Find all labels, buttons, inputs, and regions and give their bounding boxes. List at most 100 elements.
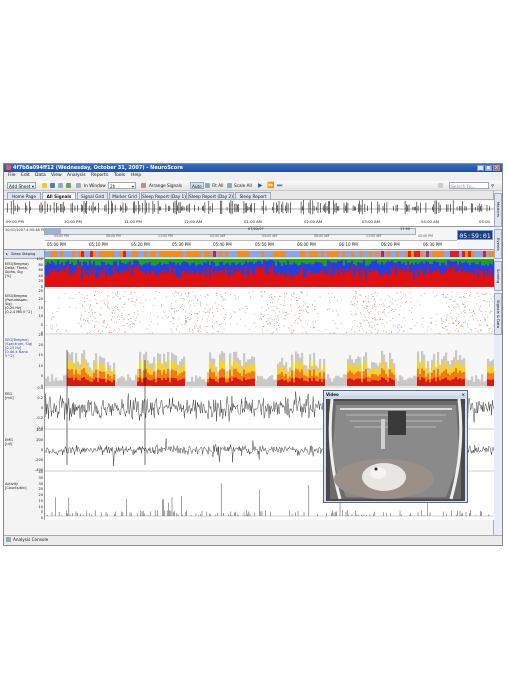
- panel-tab-signals-data[interactable]: Signals & Data: [494, 293, 502, 335]
- analysis-console-tab[interactable]: Analysis Console: [13, 537, 48, 542]
- maximize-button[interactable]: □: [485, 165, 492, 171]
- tab-home-page[interactable]: Home Page: [7, 192, 41, 199]
- add-sheet-label: Add Sheet: [9, 184, 31, 189]
- menu-analysis[interactable]: Analysis: [67, 172, 86, 180]
- nav-small-time: 02:00 PM: [418, 234, 433, 238]
- channel-label-eeg: EEG [mV]: [5, 392, 14, 400]
- main-time-label: 05:50 PM: [255, 242, 274, 247]
- main-time-label: 05:00 PM: [47, 242, 66, 247]
- minimize-button[interactable]: _: [477, 165, 484, 171]
- video-frame: [326, 399, 465, 501]
- main-time-label: 05:40 PM: [213, 242, 232, 247]
- axis-tick-label: 10: [38, 314, 43, 319]
- axis-tick-label: -0.2: [36, 416, 43, 420]
- app-icon: [6, 165, 11, 170]
- axis-tick-label: 25: [38, 487, 43, 492]
- menu-edit[interactable]: Edit: [21, 172, 30, 180]
- menu-tools[interactable]: Tools: [114, 172, 125, 180]
- expand-icon[interactable]: ▸: [6, 252, 8, 256]
- tab-marker-grid[interactable]: Marker Grid: [109, 192, 140, 199]
- scale-all-button[interactable]: Scale All: [233, 182, 253, 189]
- play-icon[interactable]: ▶: [257, 182, 264, 189]
- axis-tick-label: 80: [38, 262, 43, 267]
- menu-help[interactable]: Help: [131, 172, 141, 180]
- status-bar: Analysis Console: [4, 535, 502, 545]
- overview-activity-trace: [4, 200, 494, 215]
- tab-all-signals[interactable]: All Signals: [42, 192, 76, 199]
- in-window-select[interactable]: 2h ▾: [108, 182, 136, 189]
- channel-label-sleep-staging: Sleep Staging: [11, 252, 36, 256]
- auto-button[interactable]: Auto: [190, 182, 204, 189]
- axis-tick-label: 40: [38, 470, 43, 474]
- fast-forward-icon[interactable]: ⏩: [266, 182, 275, 189]
- axis-tick-label: 200: [36, 438, 43, 442]
- nav-small-time: 11:00 PM: [158, 234, 173, 238]
- sheet-tabs: Home Page All Signals Signal Grid Marker…: [4, 191, 494, 200]
- arrange-icon: [141, 183, 146, 188]
- axis-tick-label: 0: [40, 516, 43, 520]
- nav-small-time: 05:00 PM: [54, 234, 69, 238]
- panel-tab-markers[interactable]: Markers: [494, 193, 502, 227]
- axis-tick-label: 10: [38, 363, 43, 368]
- menu-view[interactable]: View: [51, 172, 62, 180]
- overview-time-label: 05:00: [479, 219, 490, 224]
- video-title-bar[interactable]: Video ×: [324, 391, 467, 398]
- step-icon[interactable]: ⏭: [276, 182, 283, 189]
- main-time-label: 06:10 PM: [339, 242, 358, 247]
- axis-tick-label: 5: [40, 373, 43, 378]
- toolbar: Add Sheet ▾ In Window 2h ▾ Arrange Signa…: [4, 181, 502, 191]
- time-navigator[interactable]: 10/31/2007 4:55:48 PM 07/02/07 17:50 05:…: [4, 227, 494, 250]
- nav-small-time: 08:00 PM: [106, 234, 121, 238]
- video-window[interactable]: Video ×: [323, 390, 468, 503]
- axis-tick-label: 35: [38, 475, 43, 480]
- fit-all-button[interactable]: Fit All: [211, 182, 224, 189]
- overview-time-label: 12:00 AM: [184, 219, 203, 224]
- menu-reports[interactable]: Reports: [91, 172, 108, 180]
- window-icon: [76, 183, 81, 188]
- arrange-signals-button[interactable]: Arrange Signals: [148, 182, 183, 189]
- main-time-label: 05:20 PM: [131, 242, 150, 247]
- tab-sleep-report-day1[interactable]: Sleep Report (Day 1): [141, 192, 187, 199]
- save-icon[interactable]: [50, 183, 55, 188]
- panel-tab-events[interactable]: Events: [494, 229, 502, 259]
- search-input[interactable]: Search Fo...: [449, 182, 489, 189]
- in-window-value: 2h: [110, 184, 116, 189]
- options-icon[interactable]: [438, 183, 443, 188]
- tab-signal-grid[interactable]: Signal Grid: [77, 192, 108, 199]
- channel-labels: ▸ Sleep Staging EEG(Bregma) Delta, Theta…: [4, 250, 45, 520]
- channel-label-emg: EMG [uV]: [5, 438, 13, 446]
- overview-time-label: 03:00 AM: [362, 219, 381, 224]
- chevron-down-icon: ▾: [131, 184, 134, 189]
- overview-time-label: 04:00 AM: [421, 219, 440, 224]
- print-icon[interactable]: [58, 183, 63, 188]
- overview-strip[interactable]: 09:00 PM 10:00 PM 11:00 PM 12:00 AM 01:0…: [4, 200, 494, 227]
- search-icon[interactable]: ⚲: [490, 182, 495, 189]
- nav-small-time: 05:00 AM: [262, 234, 278, 238]
- window-title: 4f7b8a094ff12 (Wednesday, October 31, 20…: [13, 165, 184, 171]
- export-icon[interactable]: [66, 183, 71, 188]
- add-sheet-button[interactable]: Add Sheet ▾: [7, 182, 36, 189]
- menu-data[interactable]: Data: [35, 172, 46, 180]
- overview-time-label: 10:00 PM: [64, 219, 82, 224]
- channel-label-eeg-spectrum: EEG(Bregma) (Spectrum, Sig) [0-25 Hz] [0…: [5, 338, 33, 358]
- close-icon[interactable]: ×: [462, 391, 465, 398]
- open-folder-icon[interactable]: [42, 183, 47, 188]
- panel-tab-scoring[interactable]: Scoring: [494, 261, 502, 291]
- video-title: Video: [326, 392, 339, 397]
- close-button[interactable]: ×: [493, 165, 500, 171]
- overview-time-label: 02:00 AM: [304, 219, 323, 224]
- axis-tick-label: 0: [40, 448, 43, 452]
- channel-label-activity: Activity [Counts/bin]: [5, 482, 27, 490]
- axis-tick-label: 15: [38, 353, 43, 358]
- axis-tick-label: 25: [38, 333, 43, 337]
- main-time-label: 06:30 PM: [423, 242, 442, 247]
- menu-file[interactable]: File: [8, 172, 16, 180]
- tab-sleep-report[interactable]: Sleep Report: [235, 192, 271, 199]
- axis-tick-label: 5: [40, 322, 43, 327]
- title-bar: 4f7b8a094ff12 (Wednesday, October 31, 20…: [4, 164, 502, 172]
- tab-sleep-report-day2[interactable]: Sleep Report (Day 2): [188, 192, 234, 199]
- axis-tick-label: -200: [35, 458, 43, 462]
- menu-bar: File Edit Data View Analysis Reports Too…: [4, 172, 502, 180]
- overview-time-label: 01:00 AM: [244, 219, 263, 224]
- axis-tick-label: 10: [38, 504, 43, 509]
